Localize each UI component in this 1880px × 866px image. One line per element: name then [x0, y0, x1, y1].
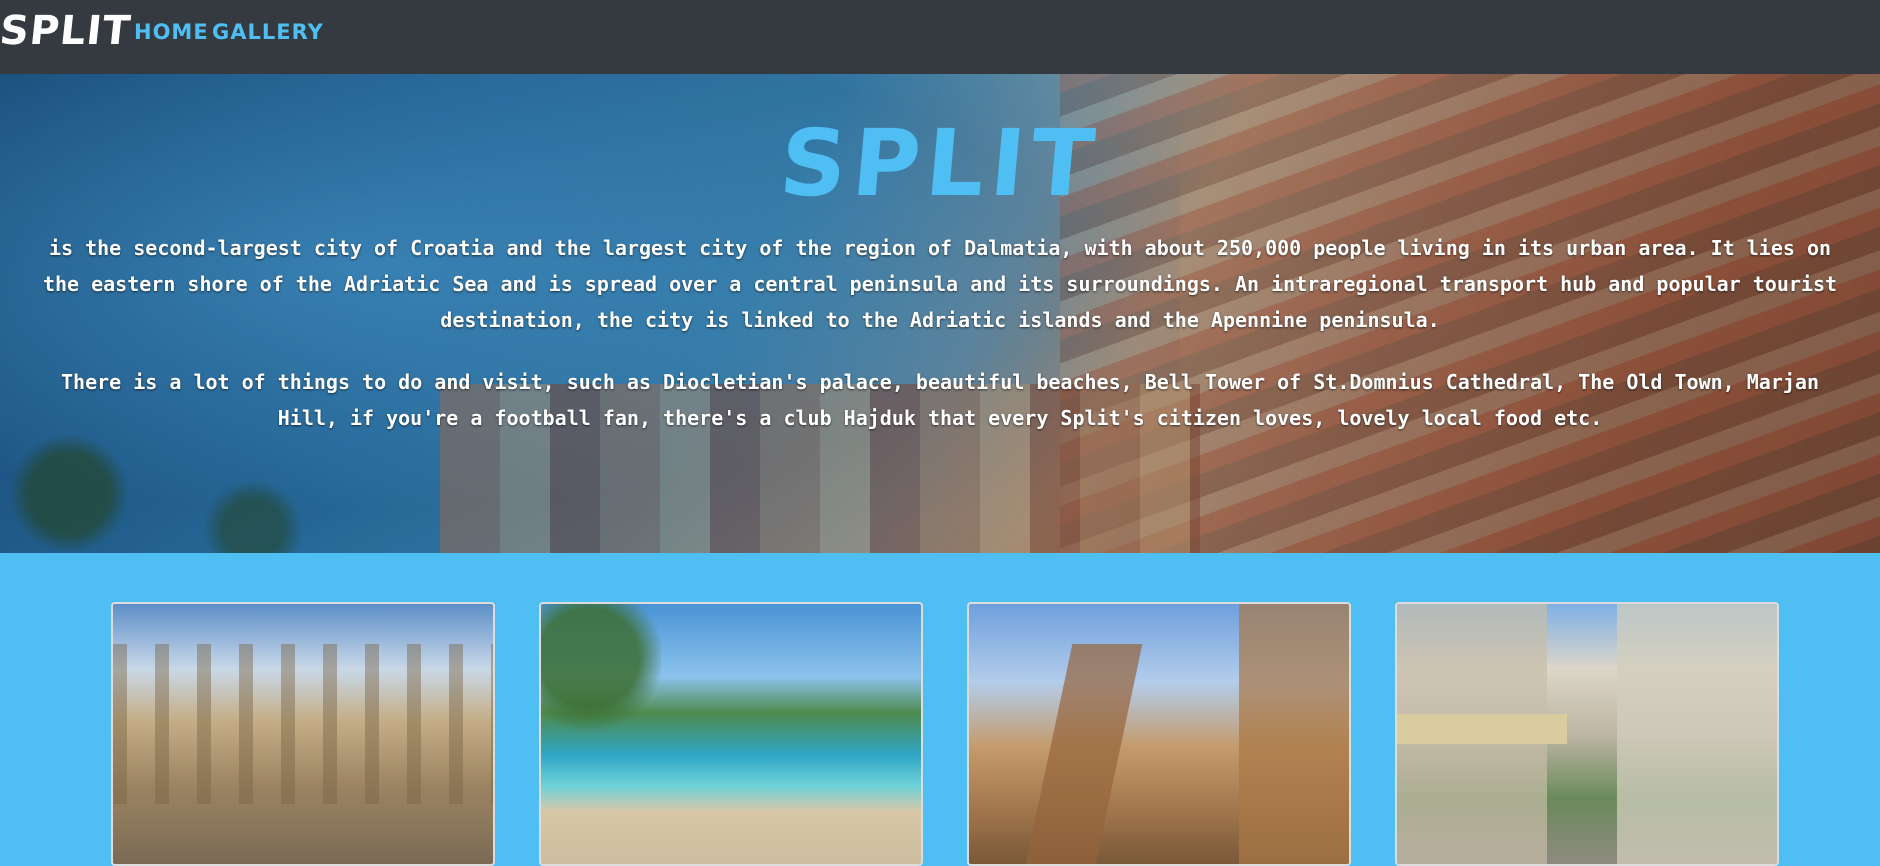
hero-section: SPLIT is the second-largest city of Croa… [0, 74, 1880, 553]
palace-arches-image [113, 644, 493, 804]
nav-link-gallery[interactable]: GALLERY [212, 20, 324, 44]
hero-attractions: There is a lot of things to do and visit… [61, 370, 1819, 430]
gallery-card-diocletian-palace[interactable] [111, 602, 495, 866]
gallery-card-bell-tower[interactable] [967, 602, 1351, 866]
gallery-card-old-town[interactable] [1395, 602, 1779, 866]
nav-link-home[interactable]: HOME [134, 20, 209, 44]
bell-tower-image [1025, 644, 1143, 864]
hero-description: is the second-largest city of Croatia an… [42, 236, 1838, 332]
hero-title: SPLIT [775, 110, 1105, 217]
palm-tree-image [541, 604, 661, 784]
gallery-card-beach[interactable] [539, 602, 923, 866]
old-town-building-right [1617, 604, 1777, 864]
palace-wall-image [1239, 604, 1349, 864]
brand-logo[interactable]: SPLIT [0, 8, 133, 54]
cafe-awning [1397, 714, 1567, 744]
navbar: SPLIT HOME GALLERY [0, 0, 1880, 74]
